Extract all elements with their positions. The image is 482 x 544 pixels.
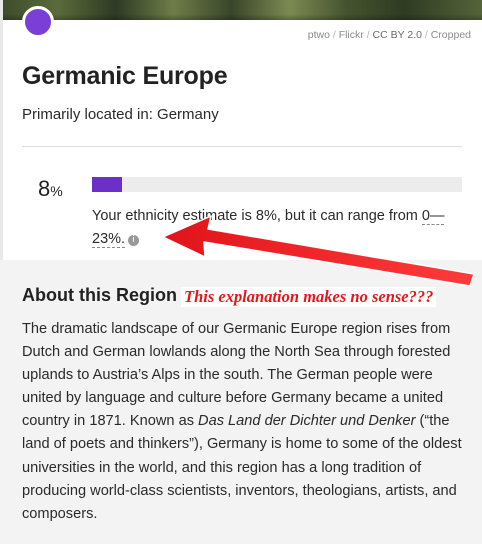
divider xyxy=(22,146,462,147)
photo-credit: ptwo / Flickr / CC BY 2.0 / Cropped xyxy=(307,29,471,41)
card-edge xyxy=(0,0,3,260)
credit-author[interactable]: ptwo xyxy=(308,29,330,41)
credit-source[interactable]: Flickr xyxy=(339,29,364,41)
region-location: Primarily located in: Germany xyxy=(22,106,219,123)
info-icon[interactable]: i xyxy=(128,235,140,246)
header-photo xyxy=(0,0,482,20)
region-title: Germanic Europe xyxy=(22,62,228,90)
estimate-description: Your ethnicity estimate is 8%, but it ca… xyxy=(92,208,445,248)
about-section: About this Region This explanation makes… xyxy=(0,260,482,544)
estimate-bar xyxy=(92,177,462,192)
credit-status: Cropped xyxy=(430,29,471,41)
about-body: The dramatic landscape of our Germanic E… xyxy=(22,321,462,522)
annotation-text: This explanation makes no sense??? xyxy=(181,287,437,307)
estimate-percent: 8% xyxy=(38,176,63,201)
credit-license[interactable]: CC BY 2.0 xyxy=(373,29,422,41)
region-color-marker xyxy=(22,6,54,38)
estimate-bar-fill xyxy=(92,177,122,192)
about-title: About this Region xyxy=(22,285,177,305)
